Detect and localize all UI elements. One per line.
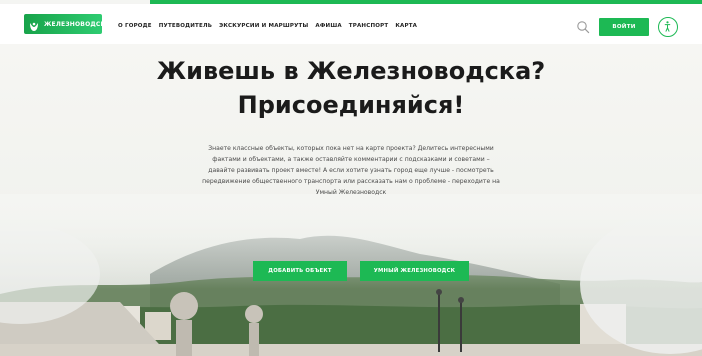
- nav-item-excursions[interactable]: ЭКСКУРСИИ И МАРШРУТЫ: [219, 23, 308, 29]
- nav-item-transport[interactable]: ТРАНСПОРТ: [349, 23, 389, 29]
- nav-item-events[interactable]: АФИША: [315, 23, 341, 29]
- hero-description: Знаете классные объекты, которых пока не…: [202, 145, 500, 196]
- nav-item-map[interactable]: КАРТА: [395, 23, 417, 29]
- smart-city-button[interactable]: УМНЫЙ ЖЕЛЕЗНОВОДСК: [360, 261, 469, 281]
- site-header: ЖЕЛЕЗНОВОДСК О ГОРОДЕ ПУТЕВОДИТЕЛЬ ЭКСКУ…: [0, 4, 702, 44]
- add-object-button[interactable]: ДОБАВИТЬ ОБЪЕКТ: [253, 261, 347, 281]
- logo-text: ЖЕЛЕЗНОВОДСК: [44, 20, 106, 28]
- nav-item-guide[interactable]: ПУТЕВОДИТЕЛЬ: [159, 23, 212, 29]
- site-logo[interactable]: ЖЕЛЕЗНОВОДСК: [24, 14, 105, 34]
- nav-item-about-city[interactable]: О ГОРОДЕ: [118, 23, 152, 29]
- accessibility-icon[interactable]: [658, 17, 678, 37]
- search-icon[interactable]: [576, 19, 590, 34]
- hero-title-line-2: Присоединяйся!: [237, 91, 465, 119]
- login-button[interactable]: ВОЙТИ: [599, 18, 649, 36]
- main-nav: О ГОРОДЕ ПУТЕВОДИТЕЛЬ ЭКСКУРСИИ И МАРШРУ…: [118, 23, 417, 29]
- hero-section: Живешь в Железноводска? Присоединяйся! З…: [0, 44, 702, 356]
- hero-title-line-1: Живешь в Железноводска?: [156, 57, 546, 85]
- logo-mark-icon: [28, 18, 40, 31]
